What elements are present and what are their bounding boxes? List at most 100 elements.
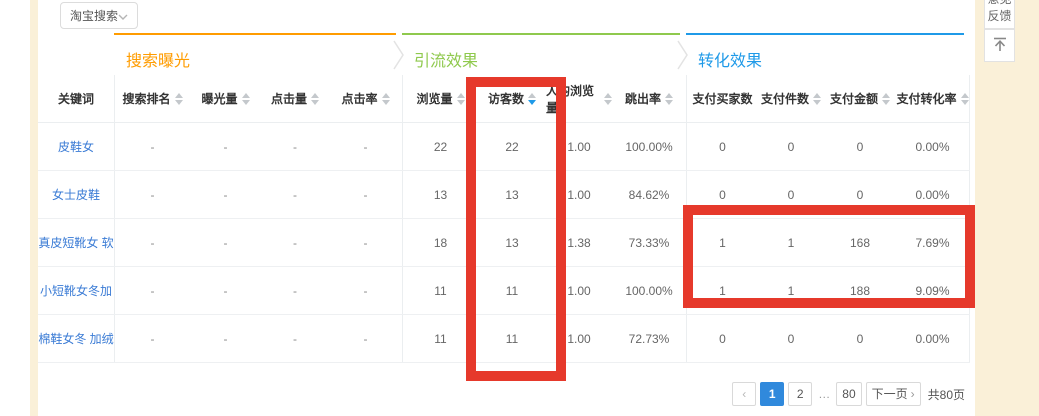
- channel-select-value: 淘宝搜索: [70, 7, 118, 24]
- column-header-12[interactable]: 支付金额: [824, 75, 896, 122]
- sort-icon[interactable]: [813, 93, 821, 105]
- sort-icon[interactable]: [457, 93, 465, 105]
- column-header-5[interactable]: 点击率: [329, 75, 402, 122]
- chevron-down-icon: [118, 9, 128, 23]
- table-cell: 0: [824, 171, 896, 218]
- group-header-label: 搜索曝光: [126, 53, 190, 70]
- table-cell: -: [190, 171, 261, 218]
- back-to-top-button[interactable]: [984, 29, 1015, 62]
- table-cell: 9.09%: [896, 267, 970, 314]
- column-header-7[interactable]: 访客数: [478, 75, 546, 122]
- keyword-link[interactable]: 棉鞋女冬 加绒: [38, 315, 114, 362]
- group-spacer: [38, 33, 114, 75]
- pagination-next-arrow-icon: ›: [911, 383, 915, 405]
- table-cell: 11: [478, 267, 546, 314]
- table-cell: 1: [758, 267, 824, 314]
- column-header-3[interactable]: 曝光量: [190, 75, 261, 122]
- table-body: 皮鞋女----22221.00100.00%0000.00%女士皮鞋----13…: [38, 123, 970, 363]
- pagination-page-2[interactable]: 2: [788, 382, 812, 406]
- sort-icon[interactable]: [175, 93, 183, 105]
- pagination-next-label: 下一页: [872, 383, 908, 405]
- table-cell: 0: [824, 315, 896, 362]
- sort-icon[interactable]: [242, 93, 250, 105]
- pagination-next-button[interactable]: 下一页›: [866, 382, 921, 406]
- column-header-label: 跳出率: [625, 90, 661, 107]
- table-cell: 11: [402, 315, 478, 362]
- pagination-page-80[interactable]: 80: [836, 382, 861, 406]
- table-row: 皮鞋女----22221.00100.00%0000.00%: [38, 123, 970, 171]
- table-cell: -: [329, 315, 402, 362]
- left-stripe: [30, 0, 38, 416]
- pagination-prev-button[interactable]: ‹: [732, 382, 756, 406]
- table-cell: -: [329, 219, 402, 266]
- sort-icon[interactable]: [961, 93, 969, 105]
- column-header-label: 点击率: [341, 90, 377, 107]
- table-cell: 11: [478, 315, 546, 362]
- table-cell: 1.00: [546, 171, 612, 218]
- table-cell: -: [190, 123, 261, 170]
- table-cell: -: [190, 219, 261, 266]
- table-row: 真皮短靴女 软----18131.3873.33%111687.69%: [38, 219, 970, 267]
- table-cell: -: [261, 219, 329, 266]
- right-background-panel: [975, 0, 1039, 416]
- table-cell: 0: [758, 123, 824, 170]
- table-row: 女士皮鞋----13131.0084.62%0000.00%: [38, 171, 970, 219]
- group-header-label: 引流效果: [414, 53, 478, 70]
- table-cell: 11: [402, 267, 478, 314]
- table-cell: 0.00%: [896, 315, 970, 362]
- table-cell: 0: [686, 123, 758, 170]
- table-cell: 1: [758, 219, 824, 266]
- table-cell: 1: [686, 219, 758, 266]
- column-header-label: 访客数: [488, 90, 524, 107]
- column-header-label: 人均浏览量: [546, 82, 600, 116]
- feedback-button[interactable]: 意见 反馈: [984, 0, 1015, 29]
- table-cell: 1.38: [546, 219, 612, 266]
- group-header-1: 搜索曝光: [114, 33, 396, 75]
- table-cell: -: [261, 123, 329, 170]
- keyword-link[interactable]: 小短靴女冬加: [38, 267, 114, 314]
- table-cell: 1.00: [546, 267, 612, 314]
- table-cell: 188: [824, 267, 896, 314]
- column-header-6[interactable]: 浏览量: [402, 75, 478, 122]
- column-header-2[interactable]: 搜索排名: [114, 75, 190, 122]
- keyword-link[interactable]: 真皮短靴女 软: [38, 219, 114, 266]
- group-header-2: 引流效果: [402, 33, 680, 75]
- group-header-3: 转化效果: [686, 33, 964, 75]
- table-cell: 0: [686, 315, 758, 362]
- table-cell: -: [114, 315, 190, 362]
- column-header-13[interactable]: 支付转化率: [896, 75, 970, 122]
- pagination: ‹12…80下一页›共80页: [0, 382, 965, 406]
- column-header-10: 支付买家数: [686, 75, 758, 122]
- sort-icon[interactable]: [528, 93, 536, 105]
- table-cell: -: [329, 171, 402, 218]
- table-cell: 0.00%: [896, 123, 970, 170]
- keyword-link[interactable]: 皮鞋女: [38, 123, 114, 170]
- table-cell: 100.00%: [612, 123, 686, 170]
- table-cell: 0: [758, 171, 824, 218]
- column-header-label: 支付转化率: [896, 90, 956, 107]
- column-header-9[interactable]: 跳出率: [612, 75, 686, 122]
- table-cell: -: [261, 315, 329, 362]
- column-header-11[interactable]: 支付件数: [758, 75, 824, 122]
- channel-select-dropdown[interactable]: 淘宝搜索: [60, 2, 138, 29]
- sort-icon[interactable]: [665, 93, 673, 105]
- sort-icon[interactable]: [382, 93, 390, 105]
- column-header-label: 曝光量: [201, 90, 237, 107]
- group-separator-chevron-icon: [677, 40, 689, 75]
- column-header-1: 关键词: [38, 75, 114, 122]
- page: 意见 反馈 淘宝搜索 搜索曝光 引流效果 转化效果 关键词搜索排名曝光量 点击量点击率…: [0, 0, 1039, 416]
- keyword-link[interactable]: 女士皮鞋: [38, 171, 114, 218]
- sort-icon[interactable]: [311, 93, 319, 105]
- pagination-page-1[interactable]: 1: [760, 382, 784, 406]
- table-cell: -: [329, 267, 402, 314]
- table-cell: 73.33%: [612, 219, 686, 266]
- table-cell: 1.00: [546, 315, 612, 362]
- sort-icon[interactable]: [882, 93, 890, 105]
- sort-icon[interactable]: [604, 93, 612, 105]
- table-cell: -: [190, 267, 261, 314]
- column-header-4[interactable]: 点击量: [261, 75, 329, 122]
- column-header-label: 支付件数: [761, 90, 809, 107]
- column-header-8[interactable]: 人均浏览量: [546, 75, 612, 122]
- table-cell: -: [261, 171, 329, 218]
- table-cell: 72.73%: [612, 315, 686, 362]
